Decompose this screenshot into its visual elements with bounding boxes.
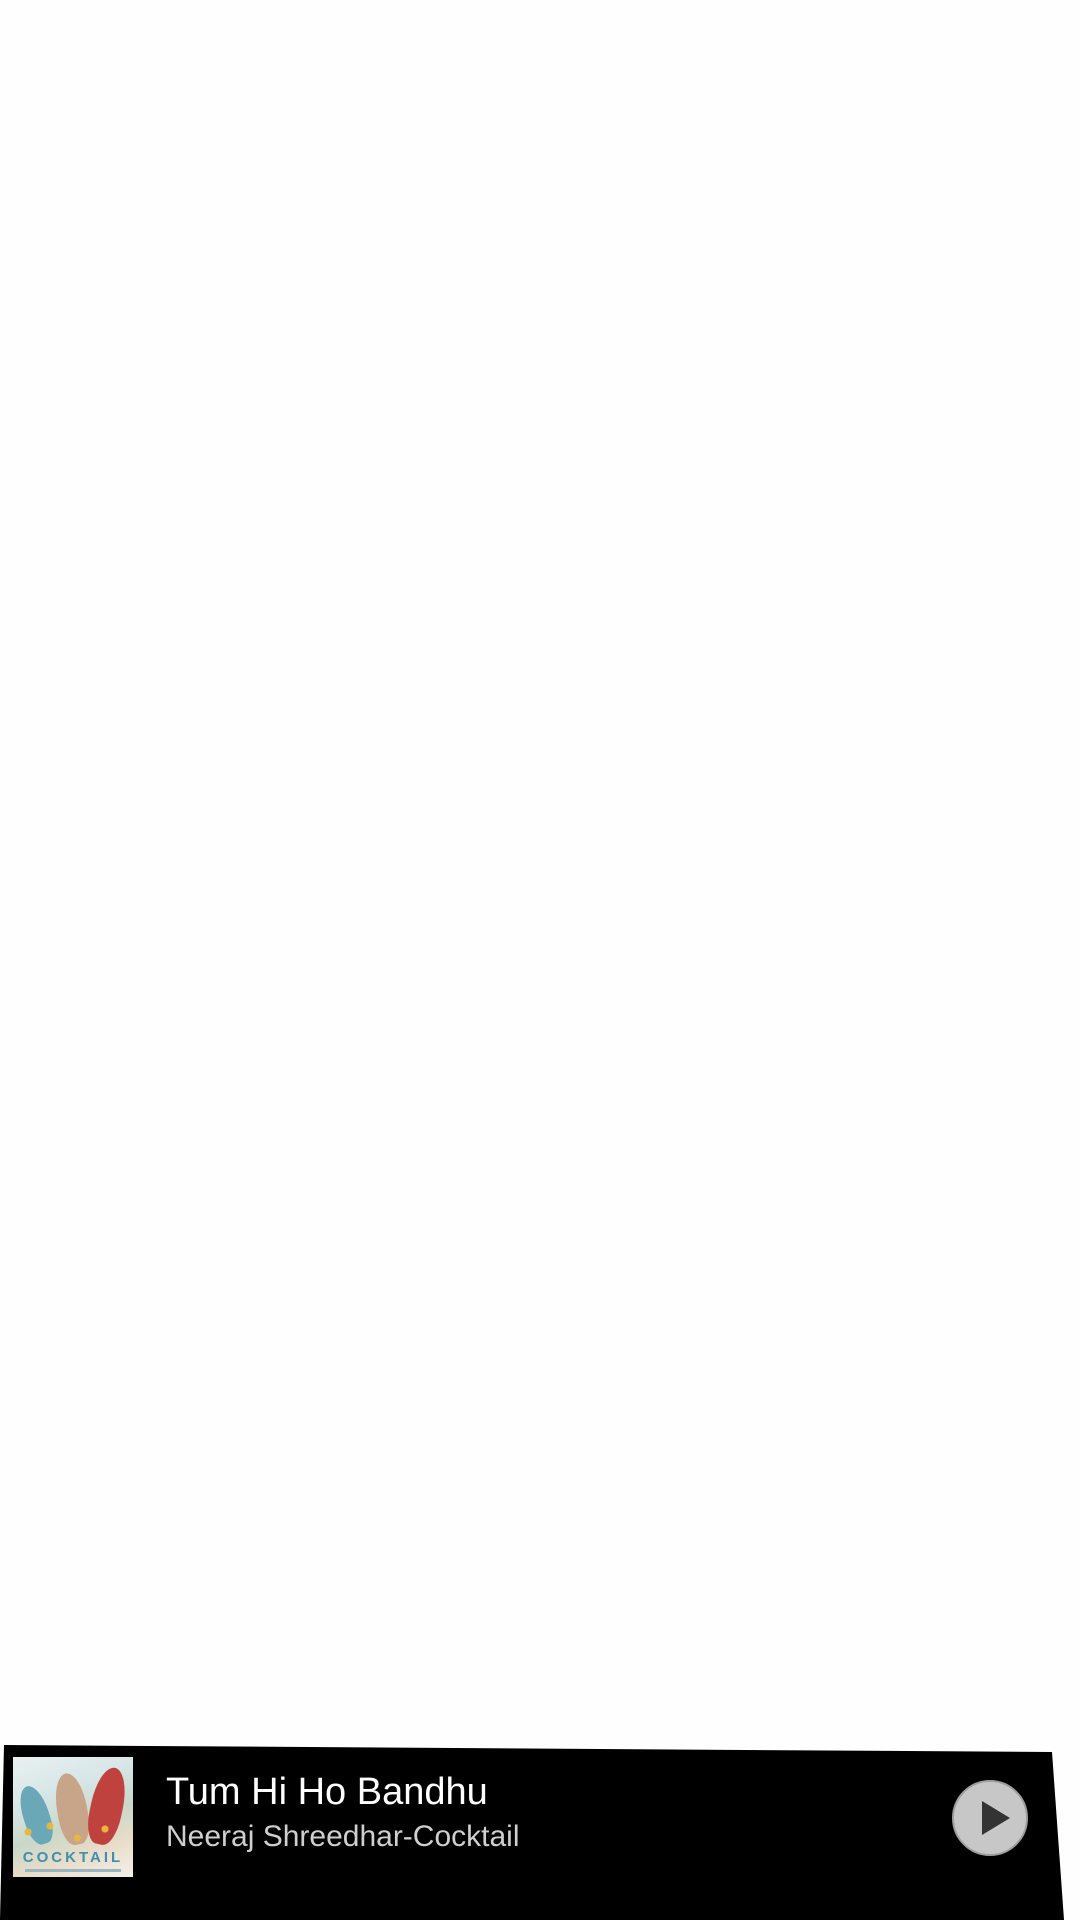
track-info[interactable]: Tum Hi Ho Bandhu Neeraj Shreedhar-Cockta… (166, 1769, 926, 1857)
app-screen: COCKTAIL Tum Hi Ho Bandhu Neeraj Shreedh… (0, 0, 1080, 1920)
play-icon (982, 1801, 1010, 1835)
track-title: Tum Hi Ho Bandhu (166, 1771, 488, 1813)
album-art[interactable]: COCKTAIL (13, 1757, 133, 1877)
track-artist-album: Neeraj Shreedhar-Cocktail (166, 1820, 520, 1853)
mini-player-bar[interactable]: COCKTAIL Tum Hi Ho Bandhu Neeraj Shreedh… (0, 1745, 1064, 1920)
play-button[interactable] (952, 1780, 1028, 1856)
album-art-credits (25, 1869, 121, 1872)
album-art-decoration (17, 1817, 127, 1847)
album-art-title: COCKTAIL (22, 1849, 124, 1866)
main-content-area (0, 0, 1080, 1745)
